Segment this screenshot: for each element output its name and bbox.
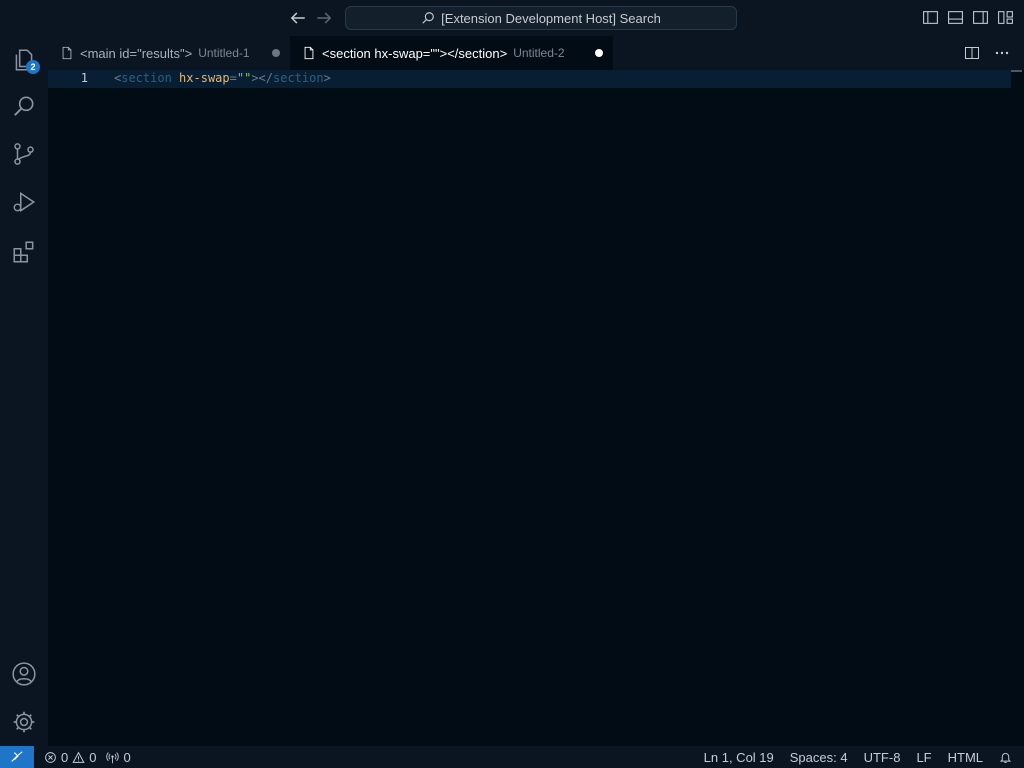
bell-icon bbox=[999, 752, 1012, 763]
cursor-position[interactable]: Ln 1, Col 19 bbox=[704, 750, 774, 765]
arrow-right-icon[interactable] bbox=[315, 9, 333, 27]
toggle-secondary-sidebar-icon[interactable] bbox=[972, 9, 989, 26]
gear-icon bbox=[13, 711, 35, 733]
layout-controls bbox=[922, 9, 1014, 26]
notifications-button[interactable] bbox=[999, 751, 1012, 764]
source-control-button[interactable] bbox=[0, 130, 48, 178]
ports-status[interactable]: 0 bbox=[106, 749, 131, 765]
command-center-search[interactable]: [Extension Development Host] Search bbox=[345, 6, 737, 30]
search-text: [Extension Development Host] Search bbox=[441, 10, 661, 26]
title-bar: [Extension Development Host] Search bbox=[0, 0, 1024, 37]
tab-label: <main id="results"> bbox=[80, 45, 193, 61]
encoding[interactable]: UTF-8 bbox=[864, 750, 901, 765]
source-control-icon bbox=[14, 143, 34, 165]
status-bar: 0 0 0 Ln 1, Col 19 Spaces: 4 UTF-8 LF HT… bbox=[0, 746, 1024, 768]
file-icon bbox=[62, 46, 72, 60]
extensions-button[interactable] bbox=[0, 228, 48, 276]
search-view-button[interactable] bbox=[0, 82, 48, 130]
token-punct: ></ bbox=[251, 71, 273, 85]
tab-untitled-2[interactable]: <section hx-swap=""></section> Untitled-… bbox=[290, 36, 613, 70]
token-equals: = bbox=[229, 71, 237, 85]
split-editor-icon[interactable] bbox=[964, 45, 980, 61]
customize-layout-icon[interactable] bbox=[997, 9, 1014, 26]
remote-indicator-button[interactable] bbox=[0, 746, 34, 768]
warning-icon bbox=[72, 751, 85, 763]
editor-actions bbox=[964, 45, 1010, 61]
more-actions-icon[interactable] bbox=[994, 45, 1010, 61]
code-editor[interactable]: 1 <section hx-swap=""></section> bbox=[48, 70, 1024, 746]
remote-icon bbox=[11, 751, 23, 762]
unsaved-dot-icon[interactable] bbox=[595, 49, 603, 57]
warning-count: 0 bbox=[89, 749, 97, 765]
file-icon bbox=[304, 46, 314, 60]
scrollbar-cursor-marker[interactable] bbox=[1011, 70, 1022, 72]
run-debug-icon bbox=[13, 191, 36, 213]
status-bar-right: Ln 1, Col 19 Spaces: 4 UTF-8 LF HTML bbox=[704, 746, 1024, 768]
search-icon bbox=[422, 12, 434, 24]
tab-description: Untitled-1 bbox=[198, 46, 250, 60]
run-debug-button[interactable] bbox=[0, 178, 48, 226]
broadcast-icon bbox=[106, 751, 120, 763]
line-number: 1 bbox=[80, 71, 88, 85]
code-line[interactable]: <section hx-swap=""></section> bbox=[114, 71, 331, 85]
tab-label: <section hx-swap=""></section> bbox=[322, 45, 508, 61]
problems-status[interactable]: 0 0 bbox=[44, 750, 96, 765]
token-tag: section bbox=[121, 71, 172, 85]
language-mode[interactable]: HTML bbox=[948, 750, 983, 765]
tab-description: Untitled-2 bbox=[513, 46, 565, 60]
toggle-primary-sidebar-icon[interactable] bbox=[922, 9, 939, 26]
ports-count: 0 bbox=[123, 749, 131, 765]
end-of-line[interactable]: LF bbox=[916, 750, 931, 765]
editor-tab-bar: <main id="results"> Untitled-1 <section … bbox=[48, 36, 1024, 70]
token-tag: section bbox=[273, 71, 324, 85]
token-attribute: hx-swap bbox=[179, 71, 230, 85]
explorer-badge: 2 bbox=[26, 60, 40, 74]
magnifier-icon bbox=[14, 96, 34, 116]
activity-bar: 2 bbox=[0, 36, 48, 746]
accounts-button[interactable] bbox=[0, 650, 48, 698]
indentation[interactable]: Spaces: 4 bbox=[790, 750, 848, 765]
extensions-icon bbox=[13, 241, 34, 263]
token-string: "" bbox=[236, 71, 252, 85]
explorer-button[interactable]: 2 bbox=[0, 36, 48, 84]
token-punct: > bbox=[323, 71, 331, 85]
manage-button[interactable] bbox=[0, 698, 48, 746]
error-count: 0 bbox=[61, 749, 69, 765]
account-icon bbox=[12, 662, 36, 686]
error-icon bbox=[45, 751, 56, 763]
toggle-panel-icon[interactable] bbox=[947, 9, 964, 26]
unsaved-dot-icon[interactable] bbox=[272, 49, 280, 57]
tab-untitled-1[interactable]: <main id="results"> Untitled-1 bbox=[48, 36, 290, 70]
arrow-left-icon[interactable] bbox=[289, 9, 307, 27]
